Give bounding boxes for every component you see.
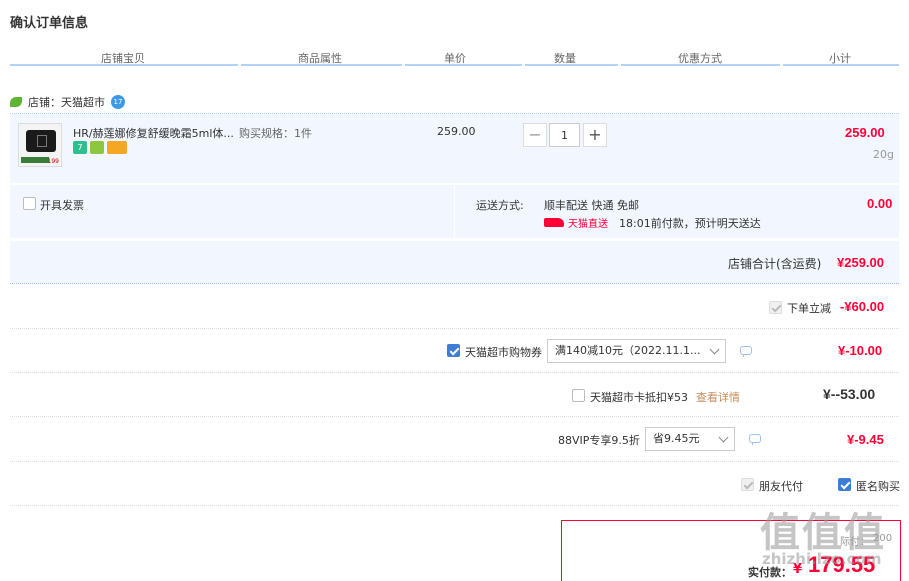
coupon-checkbox[interactable]: [447, 344, 460, 357]
product-name-link[interactable]: HR/赫莲娜修复舒缓晚霜5ml体...: [73, 125, 234, 141]
tmall-direct-tag: 天猫直送: [544, 215, 608, 230]
guarantee-icon[interactable]: [90, 141, 104, 154]
vip-discount-label: 88VIP专享9.5折: [558, 434, 640, 447]
seven-day-return-icon[interactable]: 7: [73, 141, 87, 154]
header-underline: [10, 64, 899, 66]
instant-discount-label: 下单立减: [787, 302, 831, 315]
shop-label[interactable]: 店铺：天猫超市: [28, 94, 105, 110]
coupon-label[interactable]: 天猫超市购物券: [465, 344, 542, 360]
delivery-estimate: 18:01前付款，预计明天送达: [619, 217, 761, 230]
product-spec: 购买规格：1件: [239, 127, 312, 140]
friend-pay-checkbox[interactable]: [741, 478, 754, 491]
shop-row: 店铺：天猫超市 17: [10, 94, 125, 110]
quantity-decrease-button[interactable]: −: [523, 123, 547, 147]
page-title: 确认订单信息: [10, 16, 89, 31]
card-icon[interactable]: [107, 141, 127, 154]
item-weight: 20g: [873, 148, 894, 161]
coupon-value: ¥-10.00: [838, 343, 883, 358]
chevron-down-icon: [709, 344, 720, 355]
item-subtotal: 259.00: [845, 125, 885, 140]
shipping-method-value: 顺丰配送 快通 免邮: [544, 199, 639, 212]
card-deduct-value: ¥--53.00: [823, 386, 876, 402]
anonymous-checkbox[interactable]: [838, 478, 851, 491]
card-deduct-checkbox[interactable]: [572, 389, 585, 402]
unit-price: 259.00: [437, 125, 476, 138]
quantity-increase-button[interactable]: +: [583, 123, 607, 147]
instant-discount-checkbox: [769, 301, 782, 314]
shipping-method-label: 运送方式:: [476, 199, 524, 212]
coupon-select[interactable]: 满140减10元（2022.11.1...: [547, 339, 726, 363]
thumbnail-price-tag: 199: [47, 158, 59, 165]
shop-total-value: ¥259.00: [837, 255, 884, 270]
message-bubble-icon[interactable]: [749, 434, 761, 445]
vip-discount-select[interactable]: 省9.45元: [645, 427, 735, 451]
delivery-truck-icon: [544, 218, 564, 227]
quantity-input[interactable]: [549, 123, 580, 147]
anonymous-label[interactable]: 匿名购买: [856, 478, 900, 494]
product-thumbnail[interactable]: 199: [18, 123, 62, 167]
tmall-direct-text: 天猫直送: [568, 219, 608, 230]
friend-pay-label[interactable]: 朋友代付: [759, 478, 803, 494]
tmall-leaf-icon: [10, 97, 22, 107]
instant-discount-value: -¥60.00: [840, 299, 885, 314]
invoice-label[interactable]: 开具发票: [40, 197, 84, 213]
item-row: [10, 113, 899, 183]
card-deduct-label[interactable]: 天猫超市卡抵扣¥53: [590, 389, 688, 405]
chevron-down-icon: [718, 432, 729, 443]
watermark-site: zhizhi.lzo.com: [762, 550, 882, 568]
wangwang-chat-icon[interactable]: 17: [111, 95, 125, 109]
message-bubble-icon[interactable]: [740, 346, 752, 357]
invoice-checkbox[interactable]: [23, 197, 36, 210]
vip-select-value: 省9.45元: [653, 432, 700, 445]
cream-jar-icon: [26, 130, 56, 152]
shipping-fee: 0.00: [867, 196, 893, 211]
coupon-select-value: 满140减10元（2022.11.1...: [555, 344, 701, 357]
shop-total-label: 店铺合计(含运费): [728, 257, 822, 271]
vip-discount-value: ¥-9.45: [847, 432, 884, 447]
card-details-link[interactable]: 查看详情: [696, 389, 740, 405]
